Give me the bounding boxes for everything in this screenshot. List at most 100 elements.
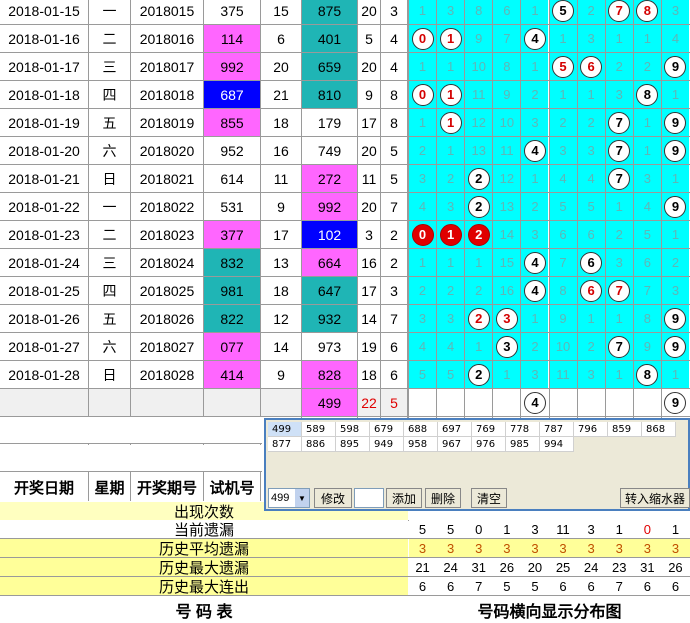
miss-count: 1 [447,255,455,270]
miss-count: 9 [643,339,651,354]
add-button[interactable]: 添加 [386,488,422,508]
miss-count: 3 [671,3,680,18]
miss-count: 2 [531,87,539,102]
cell-n3: 3 [381,0,407,24]
dist-cell: 3 [521,109,549,136]
miss-count: 1 [418,255,427,270]
dist-cell: 4 [577,165,605,192]
palette-option[interactable]: 958 [404,437,438,452]
dist-cell: 5 [549,0,577,24]
cell-prize: 272 [302,165,357,192]
cell-date: 2018-01-15 [0,0,88,24]
summary-value: 3 [531,521,539,537]
dist-cell: 1 [409,249,437,276]
palette-option[interactable]: 877 [268,437,302,452]
palette-option[interactable]: 895 [336,437,370,452]
cell-issue: 2018021 [131,165,203,192]
cell-n1: 17 [261,221,301,248]
palette-option[interactable]: 598 [336,422,370,437]
miss-count: 12 [471,115,486,130]
cell-day: 四 [89,277,130,304]
pending-cell [89,389,130,416]
miss-count: 5 [587,199,595,214]
palette-option[interactable]: 688 [404,422,438,437]
dist-cell: 2 [577,0,605,24]
number-input[interactable] [354,488,384,508]
cell-day: 四 [89,81,130,108]
dist-cell: 2 [633,53,661,80]
miss-count: 5 [418,367,427,382]
clear-button[interactable]: 清空 [471,488,507,508]
dist-cell: 6 [633,249,661,276]
miss-count: 9 [559,311,567,326]
summary-value: 20 [527,559,543,575]
miss-count: 3 [587,367,595,382]
miss-count: 2 [475,283,483,298]
cell-date: 2018-01-19 [0,109,88,136]
dist-cell: 7 [605,333,633,360]
modify-button[interactable]: 修改 [314,488,352,508]
dist-cell: 3 [633,165,661,192]
miss-count: 8 [643,311,651,326]
palette-option[interactable]: 859 [608,422,642,437]
miss-count: 7 [559,255,567,270]
dist-cell: 1 [409,109,437,136]
palette-option[interactable]: 787 [540,422,574,437]
footer-right-title: 号码横向显示分布图 [409,596,690,623]
cell-date: 2018-01-16 [0,25,88,52]
palette-option[interactable]: 985 [506,437,540,452]
miss-count: 11 [500,143,514,158]
number-select[interactable]: 499 ▼ [268,488,310,508]
cell-n3: 6 [381,333,407,360]
palette-option[interactable]: 769 [472,422,506,437]
summary-value: 24 [443,559,458,575]
dist-cell: 3 [409,165,437,192]
dist-cell: 1 [465,333,493,360]
palette-option[interactable]: 697 [438,422,472,437]
miss-count: 10 [555,339,571,354]
cell-prize: 932 [302,305,357,332]
cell-issue: 2018018 [131,81,203,108]
pending-dist-cell: 9 [661,389,689,416]
summary-value: 1 [503,521,511,537]
dist-cell: 11 [549,361,577,388]
delete-button[interactable]: 删除 [425,488,461,508]
cell-date: 2018-01-21 [0,165,88,192]
palette-option[interactable]: 976 [472,437,506,452]
pending-cell [131,389,203,416]
palette-option[interactable]: 994 [540,437,574,452]
header-date: 开奖日期 [13,480,74,497]
miss-count: 1 [615,367,623,382]
number-ball: 8 [636,83,659,106]
table-row: 2018-01-19 五 2018019 855 18 179 17 8 1 1 12 10 3 2 2 7 1… [0,109,690,137]
dist-cell: 4 [521,25,549,52]
palette-option[interactable]: 949 [370,437,404,452]
cell-test: 377 [204,221,260,248]
dist-cell: 2 [521,81,549,108]
summary-value: 1 [671,521,680,537]
summary-value: 21 [415,559,430,575]
shrink-button[interactable]: 转入缩水器 [620,488,690,508]
palette-option[interactable]: 679 [370,422,404,437]
miss-count: 1 [615,199,623,214]
chevron-down-icon[interactable]: ▼ [295,489,309,507]
cell-prize: 875 [302,0,357,24]
palette-option[interactable]: 868 [642,422,676,437]
miss-count: 2 [671,255,680,270]
table-row: 2018-01-16 二 2018016 114 6 401 5 4 0 1 9 7 4 1 3 1 1 4 [0,25,690,53]
palette-option[interactable]: 967 [438,437,472,452]
palette-option[interactable]: 589 [302,422,336,437]
number-ball: 9 [664,335,687,358]
palette-option[interactable]: 778 [506,422,540,437]
number-ball: 9 [664,55,687,78]
summary-values: 5 5 0 1 3 11 3 1 0 1 [409,520,690,538]
cell-n1: 12 [261,305,301,332]
miss-count: 1 [671,87,680,102]
miss-count: 1 [418,59,427,74]
palette-option[interactable]: 886 [302,437,336,452]
palette-option[interactable]: 499 [268,422,302,437]
palette-option[interactable]: 796 [574,422,608,437]
miss-count: 1 [671,227,680,242]
number-ball: 3 [495,307,518,330]
summary-value: 25 [555,559,571,575]
